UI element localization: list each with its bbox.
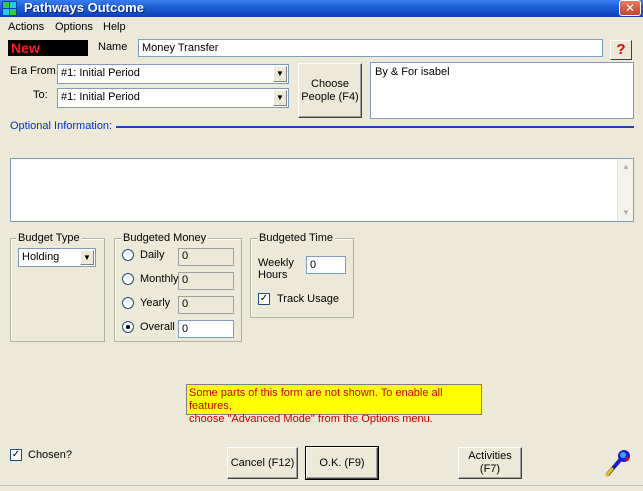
monthly-amount: 0 (178, 272, 234, 290)
activities-button[interactable]: Activities (F7) (458, 447, 522, 479)
radio-monthly-label: Monthly (140, 273, 179, 285)
yearly-amount: 0 (178, 296, 234, 314)
magnifier-tool-icon[interactable] (602, 448, 634, 478)
name-label: Name (98, 41, 128, 53)
cancel-button[interactable]: Cancel (F12) (227, 447, 298, 479)
optional-info-divider (116, 126, 634, 128)
budgeted-money-title: Budgeted Money (121, 232, 209, 244)
radio-daily[interactable] (122, 249, 134, 261)
chosen-checkbox[interactable]: ✓ (10, 449, 22, 461)
title-bar: Pathways Outcome ✕ (0, 0, 643, 17)
app-grid-icon (2, 1, 17, 16)
era-to-select[interactable]: #1: Initial Period ▼ (57, 88, 289, 108)
scroll-down-icon[interactable]: ▼ (619, 206, 633, 220)
notice-line-2: choose "Advanced Mode" from the Options … (189, 413, 433, 425)
ok-button[interactable]: O.K. (F9) (305, 446, 379, 480)
optional-info-textarea[interactable]: ▲ ▼ (10, 158, 634, 222)
budgeted-time-title: Budgeted Time (257, 232, 335, 244)
era-from-label: Era From: (10, 65, 59, 77)
notice-line-1: Some parts of this form are not shown. T… (189, 387, 443, 412)
window-title: Pathways Outcome (24, 0, 144, 15)
chevron-down-icon[interactable]: ▼ (273, 66, 287, 82)
menu-help[interactable]: Help (103, 21, 126, 33)
bottom-edge (0, 485, 643, 491)
name-field[interactable]: Money Transfer (138, 39, 603, 57)
radio-monthly[interactable] (122, 273, 134, 285)
radio-yearly-label: Yearly (140, 297, 171, 309)
help-icon: ? (616, 41, 626, 58)
radio-overall[interactable] (122, 321, 134, 333)
choose-people-button[interactable]: Choose People (F4) (298, 63, 362, 118)
status-badge: New (8, 40, 88, 56)
track-usage-checkbox[interactable]: ✓ (258, 293, 270, 305)
track-usage-label: Track Usage (277, 293, 339, 305)
menu-options[interactable]: Options (55, 21, 93, 33)
choose-people-line2: People (F4) (301, 90, 359, 103)
overall-amount-field[interactable]: 0 (178, 320, 234, 338)
help-button[interactable]: ? (610, 40, 632, 60)
menu-bar: Actions Options Help (0, 18, 643, 37)
era-to-label: To: (33, 89, 48, 101)
notes-scrollbar[interactable]: ▲ ▼ (617, 159, 633, 221)
people-text: By & For isabel (375, 66, 450, 78)
scroll-up-icon[interactable]: ▲ (619, 160, 633, 174)
advanced-mode-notice: Some parts of this form are not shown. T… (186, 384, 482, 425)
people-display: By & For isabel (370, 62, 634, 119)
radio-daily-label: Daily (140, 249, 165, 261)
close-icon: ✕ (624, 1, 636, 15)
radio-yearly[interactable] (122, 297, 134, 309)
weekly-hours-field[interactable]: 0 (306, 256, 346, 274)
era-from-value: #1: Initial Period (61, 67, 140, 79)
choose-people-line1: Choose (311, 77, 349, 90)
activities-label: Activities (468, 450, 512, 462)
chevron-down-icon[interactable]: ▼ (273, 90, 287, 106)
chevron-down-icon[interactable]: ▼ (80, 250, 94, 265)
close-button[interactable]: ✕ (619, 0, 641, 16)
budget-type-select[interactable]: Holding ▼ (18, 248, 96, 267)
chosen-label: Chosen? (28, 449, 73, 461)
era-to-value: #1: Initial Period (61, 91, 140, 103)
radio-overall-label: Overall (140, 321, 175, 333)
activities-shortcut: (F7) (479, 463, 501, 475)
daily-amount: 0 (178, 248, 234, 266)
budget-type-title: Budget Type (16, 232, 82, 244)
weekly-label: Weekly (258, 257, 294, 269)
era-from-select[interactable]: #1: Initial Period ▼ (57, 64, 289, 84)
optional-info-label: Optional Information: (10, 120, 113, 132)
budget-type-value: Holding (22, 251, 60, 263)
menu-actions[interactable]: Actions (8, 21, 44, 33)
hours-label: Hours (258, 269, 288, 281)
